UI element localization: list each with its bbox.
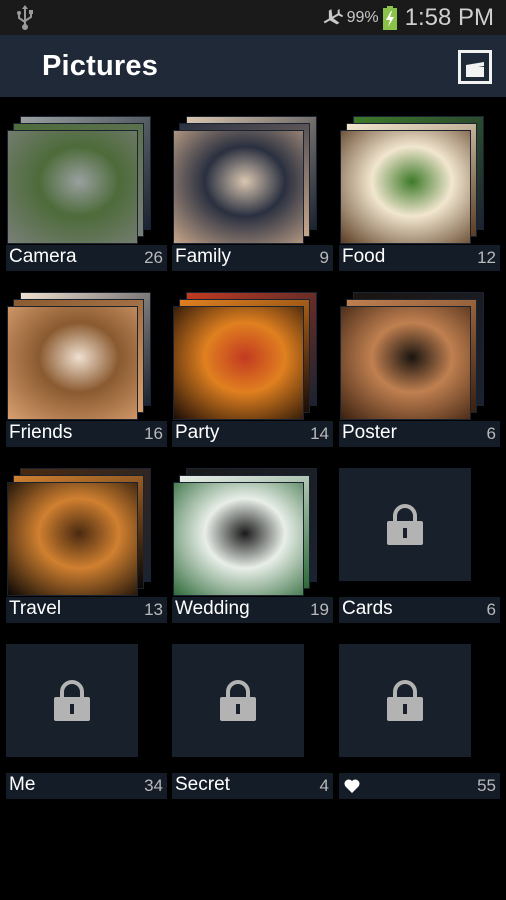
photo-stack — [172, 292, 333, 422]
album-tile[interactable]: 55 — [339, 644, 500, 800]
album-label-bar: 55 — [339, 773, 500, 799]
lock-icon — [385, 504, 425, 546]
album-name: Travel — [9, 598, 62, 619]
album-count: 34 — [144, 776, 163, 795]
album-grid: Camera 26 Family 9 Food 12 Friends 16 Party 14 Pos… — [0, 97, 506, 900]
album-count: 13 — [144, 600, 163, 619]
lock-icon — [52, 680, 92, 722]
clock: 1:58 PM — [404, 3, 494, 31]
locked-thumbnail — [339, 468, 471, 581]
album-tile[interactable]: Party 14 — [172, 292, 333, 448]
album-count: 4 — [319, 776, 329, 795]
slideshow-button[interactable] — [458, 50, 492, 84]
album-label-bar: Family 9 — [172, 245, 333, 271]
album-label-bar: Food 12 — [339, 245, 500, 271]
page-title: Pictures — [42, 50, 159, 82]
album-label-bar: Poster 6 — [339, 421, 500, 447]
album-tile[interactable]: Food 12 — [339, 116, 500, 272]
lock-icon — [385, 680, 425, 722]
album-tile[interactable]: Family 9 — [172, 116, 333, 272]
album-tile[interactable]: Wedding 19 — [172, 468, 333, 624]
battery-charging-icon — [382, 5, 397, 30]
album-name: Me — [9, 774, 36, 795]
locked-thumbnail — [339, 644, 471, 757]
lock-icon — [218, 680, 258, 722]
album-cover-photo — [7, 130, 138, 244]
album-label-bar: Friends 16 — [6, 421, 167, 447]
album-name: Family — [175, 246, 231, 267]
album-count: 14 — [310, 424, 329, 443]
album-tile[interactable]: Cards 6 — [339, 468, 500, 624]
usb-icon — [17, 5, 33, 30]
album-name: Party — [175, 422, 220, 443]
album-name: Friends — [9, 422, 73, 443]
album-cover-photo — [340, 306, 471, 420]
album-label-bar: Camera 26 — [6, 245, 167, 271]
album-name: Cards — [342, 598, 393, 619]
album-cover-photo — [7, 306, 138, 420]
album-count: 55 — [477, 776, 496, 795]
album-tile[interactable]: Travel 13 — [6, 468, 167, 624]
photo-stack — [6, 292, 167, 422]
photo-stack — [339, 116, 500, 246]
album-cover-photo — [173, 130, 304, 244]
album-cover-photo — [173, 306, 304, 420]
album-count: 12 — [477, 248, 496, 267]
locked-thumbnail — [6, 644, 138, 757]
album-tile[interactable]: Me 34 — [6, 644, 167, 800]
album-count: 16 — [144, 424, 163, 443]
album-name: Camera — [9, 246, 77, 267]
album-count: 6 — [486, 600, 496, 619]
status-bar: 99% 1:58 PM — [0, 0, 506, 35]
slideshow-icon — [466, 62, 484, 77]
photo-stack — [6, 116, 167, 246]
album-name: Food — [342, 246, 386, 267]
album-tile[interactable]: Poster 6 — [339, 292, 500, 448]
album-count: 9 — [319, 248, 329, 267]
album-cover-photo — [340, 130, 471, 244]
album-label-bar: Cards 6 — [339, 597, 500, 623]
album-name: Secret — [175, 774, 230, 795]
album-tile[interactable]: Camera 26 — [6, 116, 167, 272]
app-bar: Pictures — [0, 35, 506, 97]
album-label-bar: Me 34 — [6, 773, 167, 799]
album-name: Wedding — [175, 598, 250, 619]
album-label-bar: Party 14 — [172, 421, 333, 447]
album-count: 26 — [144, 248, 163, 267]
photo-stack — [6, 468, 167, 598]
album-count: 19 — [310, 600, 329, 619]
album-label-bar: Wedding 19 — [172, 597, 333, 623]
album-tile[interactable]: Friends 16 — [6, 292, 167, 448]
photo-stack — [172, 116, 333, 246]
album-count: 6 — [486, 424, 496, 443]
photo-stack — [172, 468, 333, 598]
album-label-bar: Travel 13 — [6, 597, 167, 623]
album-tile[interactable]: Secret 4 — [172, 644, 333, 800]
album-label-bar: Secret 4 — [172, 773, 333, 799]
album-cover-photo — [7, 482, 138, 596]
airplane-mode-icon — [323, 8, 343, 24]
album-cover-photo — [173, 482, 304, 596]
album-name: Poster — [342, 422, 397, 443]
locked-thumbnail — [172, 644, 304, 757]
photo-stack — [339, 292, 500, 422]
heart-icon — [344, 778, 360, 793]
battery-percent: 99% — [346, 8, 379, 26]
